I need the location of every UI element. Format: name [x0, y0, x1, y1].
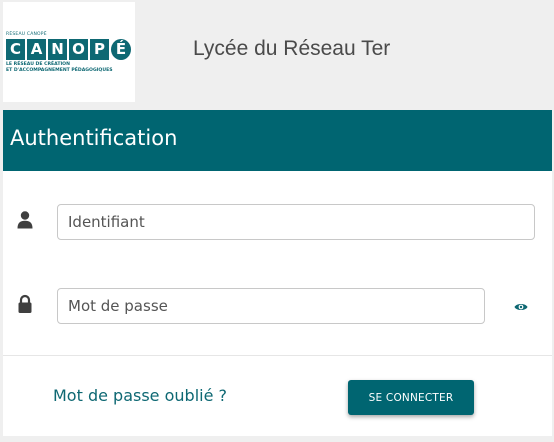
username-input[interactable] — [57, 204, 535, 240]
panel-title: Authentification — [10, 126, 178, 150]
canope-logo: RÉSEAU CANOPÉ C A N O P É LE RÉSEAU DE C… — [3, 2, 135, 102]
login-panel: Authentification Mot de passe oublié ? S… — [3, 110, 552, 436]
user-icon — [17, 210, 33, 230]
site-title: Lycée du Réseau Ter — [193, 37, 391, 60]
logo-subtitle-line2: ET D'ACCOMPAGNEMENT PÉDAGOGIQUES — [6, 68, 113, 73]
logo-subtitle: LE RÉSEAU DE CRÉATION ET D'ACCOMPAGNEMEN… — [6, 62, 136, 74]
logo-letter: É — [111, 39, 131, 60]
divider — [3, 355, 552, 356]
logo-letter: O — [69, 39, 88, 60]
lock-icon — [17, 294, 33, 314]
logo-letter: N — [48, 39, 67, 60]
login-button[interactable]: SE CONNECTER — [348, 380, 474, 415]
password-input[interactable] — [57, 288, 485, 324]
forgot-password-link[interactable]: Mot de passe oublié ? — [53, 386, 227, 405]
logo-letter: P — [90, 39, 109, 60]
header: RÉSEAU CANOPÉ C A N O P É LE RÉSEAU DE C… — [0, 0, 554, 104]
panel-header: Authentification — [3, 110, 552, 171]
logo-letter: A — [27, 39, 46, 60]
logo-letter: C — [6, 39, 25, 60]
logo-topline: RÉSEAU CANOPÉ — [6, 32, 47, 37]
eye-icon[interactable] — [514, 299, 528, 313]
logo-letters: C A N O P É — [6, 39, 131, 60]
